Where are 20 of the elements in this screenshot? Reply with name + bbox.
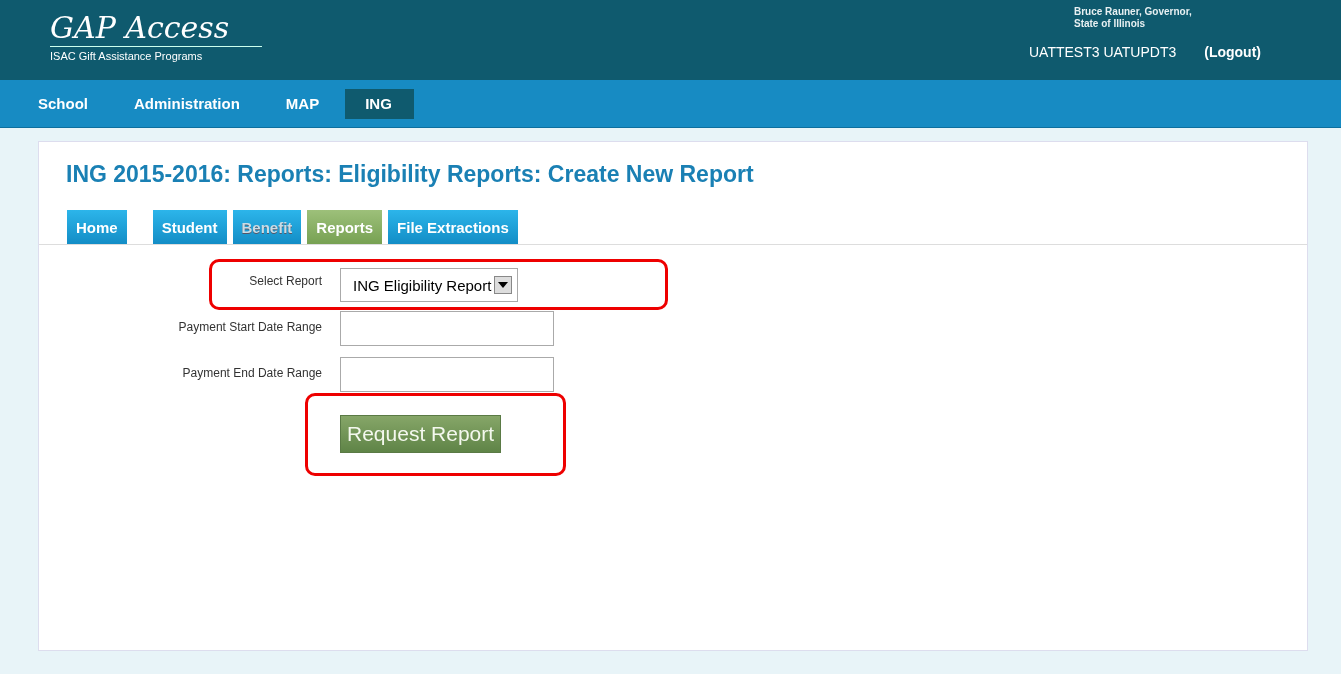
nav-item[interactable]: ING [345, 88, 414, 119]
request-report-button[interactable]: Request Report [340, 415, 502, 453]
page-title: ING 2015-2016: Reports: Eligibility Reports: Create New Report [66, 161, 755, 188]
tab[interactable]: Student [152, 210, 227, 244]
tab[interactable]: Home [67, 210, 127, 244]
nav-item[interactable]: Administration [122, 88, 252, 119]
nav-item[interactable]: School [26, 88, 100, 119]
field-label: Payment Start Date Range [177, 319, 322, 334]
logout-link[interactable]: (Logout) [1204, 44, 1261, 60]
gap-access-logo[interactable]: GAP Access ISAC Gift Assistance Programs [50, 0, 262, 80]
field-label: Select Report [248, 273, 322, 288]
report-select[interactable]: ING Eligibility Report [340, 268, 519, 302]
nav-item[interactable]: MAP [273, 88, 332, 119]
date-input-field[interactable] [340, 357, 554, 392]
field-label: Payment End Date Range [181, 365, 322, 380]
tab[interactable]: File Extractions [388, 210, 518, 244]
date-input-field[interactable] [340, 311, 554, 346]
governor-text: Bruce Rauner, Governor, State of Illinois [1073, 6, 1193, 30]
tab[interactable]: Reports [307, 210, 383, 244]
user-name: UATTEST3 UATUPDT3 [1028, 44, 1177, 60]
